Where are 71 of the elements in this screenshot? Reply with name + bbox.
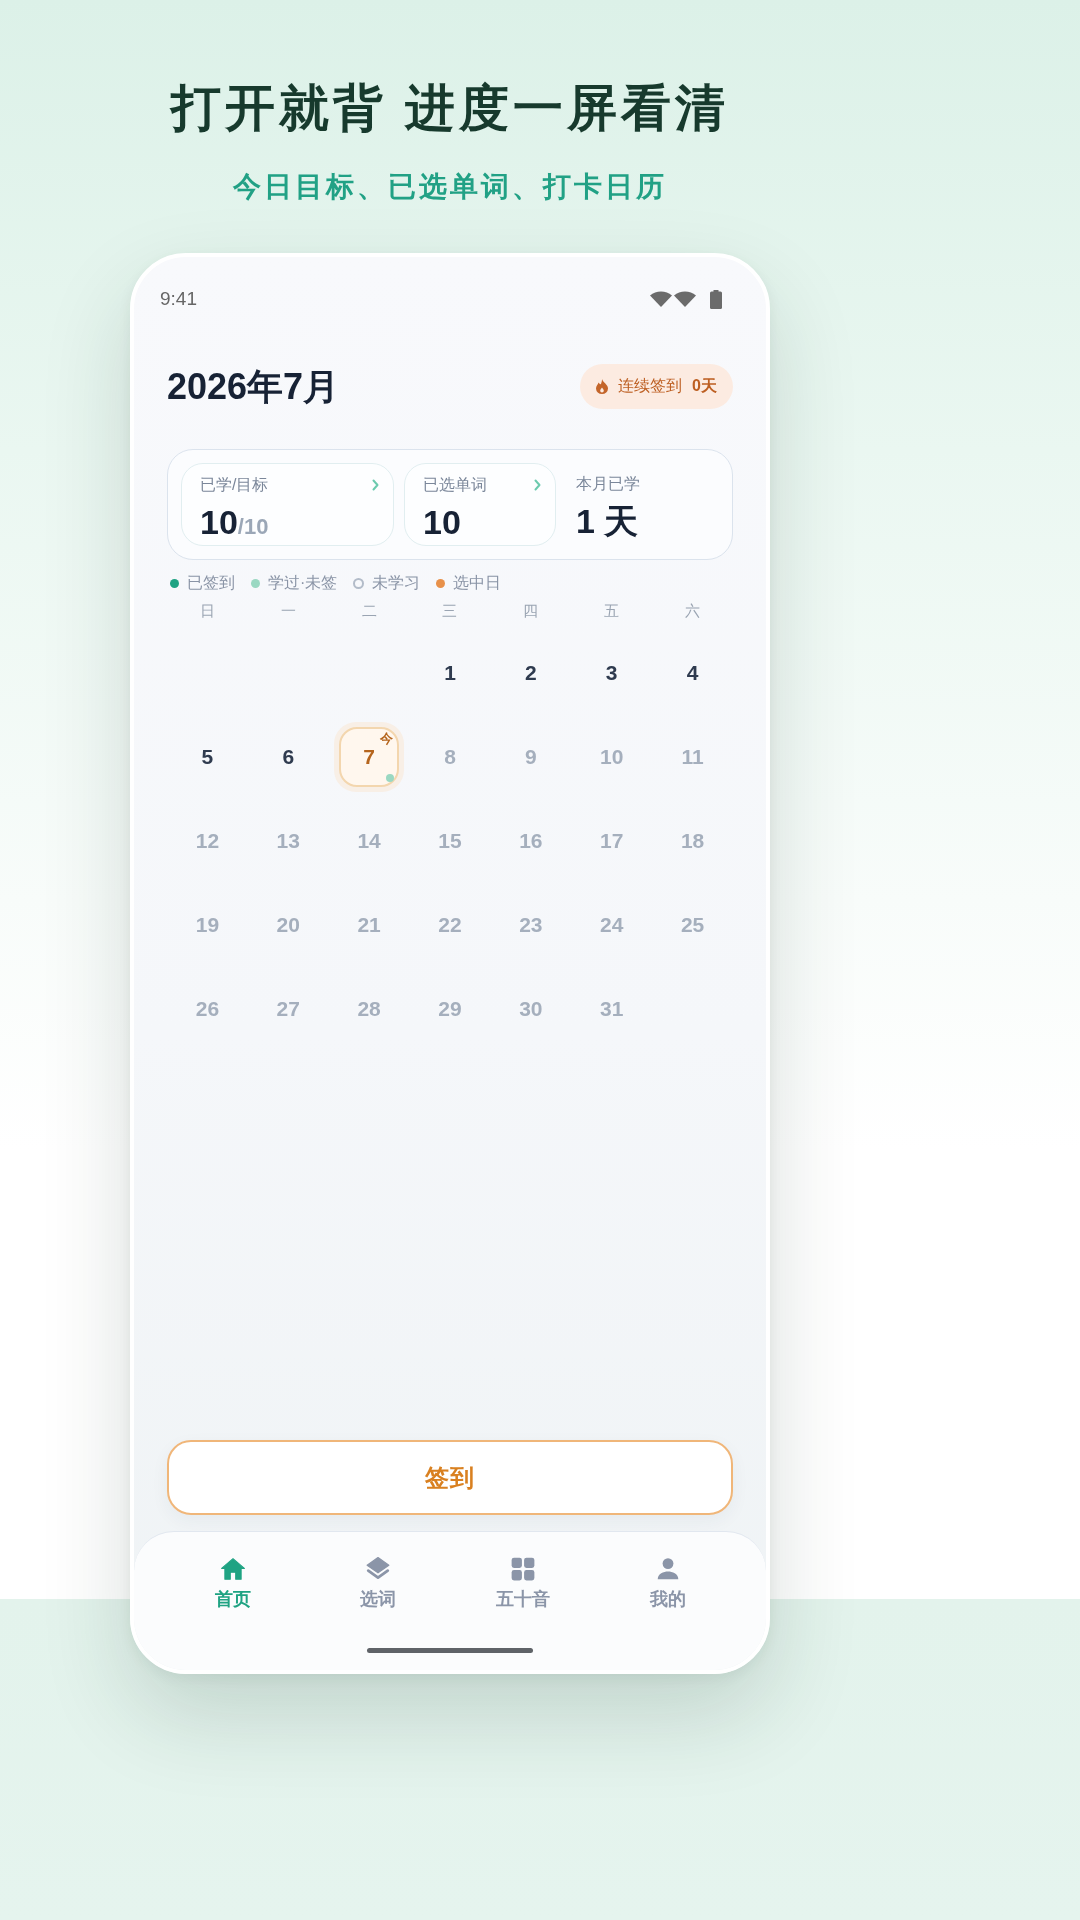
calendar-day[interactable]: 2: [495, 638, 566, 708]
calendar-day[interactable]: 27: [253, 974, 324, 1044]
home-icon: [219, 1556, 246, 1582]
calendar-day[interactable]: 28: [334, 974, 405, 1044]
chevron-icon: [372, 479, 379, 491]
calendar-day[interactable]: 31: [576, 974, 647, 1044]
weekday-label: 五: [604, 601, 620, 621]
calendar-day[interactable]: 19: [172, 890, 243, 960]
calendar-day[interactable]: 29: [415, 974, 485, 1044]
weekday-label: 四: [523, 601, 539, 621]
calendar-day[interactable]: 30: [495, 974, 566, 1044]
calendar-day[interactable]: 6: [253, 722, 324, 792]
stat-card[interactable]: 已学/目标 10/10: [181, 463, 394, 546]
calendar-day[interactable]: 22: [415, 890, 485, 960]
grid-icon: [509, 1556, 536, 1582]
stat-value: 10: [423, 503, 461, 541]
calendar-day[interactable]: 23: [495, 890, 566, 960]
weekday-label: 日: [199, 601, 215, 621]
stat-label: 已选单词: [423, 475, 487, 495]
legend-label: 已签到: [187, 573, 235, 593]
nav-tab[interactable]: 首页: [214, 1556, 251, 1610]
legend-label: 学过·未签: [268, 573, 338, 593]
headline: 打开就背 进度一屏看清: [171, 79, 729, 138]
calendar-day[interactable]: 8: [415, 722, 485, 792]
flame-icon: [596, 379, 609, 394]
stat-card[interactable]: 已选单词 10: [404, 463, 556, 546]
calendar-day[interactable]: 18: [657, 806, 728, 876]
calendar-day[interactable]: 10: [576, 722, 647, 792]
legend-label: 选中日: [453, 573, 502, 593]
nav-tab[interactable]: 五十音: [495, 1556, 550, 1610]
stat-label: 本月已学: [576, 474, 640, 494]
subheadline: 今日目标、已选单词、打卡日历: [233, 170, 667, 204]
nav-tab[interactable]: 选词: [359, 1556, 396, 1610]
calendar-day[interactable]: 26: [172, 974, 243, 1044]
legend-label: 未学习: [372, 573, 421, 593]
calendar-day[interactable]: 20: [253, 890, 324, 960]
calendar-day[interactable]: 9: [495, 722, 566, 792]
wifi-icon: [674, 291, 696, 307]
nav-tab[interactable]: 我的: [649, 1556, 686, 1610]
stat-value: 1 天: [576, 502, 639, 540]
calendar-day[interactable]: 4: [657, 638, 728, 708]
calendar-day[interactable]: 15: [415, 806, 485, 876]
calendar-day[interactable]: 16: [495, 806, 566, 876]
status-time: 9:41: [160, 287, 197, 311]
calendar-day[interactable]: 17: [576, 806, 647, 876]
calendar-day[interactable]: 24: [576, 890, 647, 960]
chevron-icon: [534, 479, 541, 491]
today-label: 今: [380, 731, 394, 746]
calendar-day[interactable]: 11: [657, 722, 728, 792]
calendar-day[interactable]: 14: [334, 806, 405, 876]
stat-label: 已学/目标: [200, 475, 269, 495]
weekday-label: 三: [442, 601, 458, 621]
calendar-day[interactable]: 25: [657, 890, 728, 960]
calendar-day[interactable]: 3: [576, 638, 647, 708]
calendar-day[interactable]: 12: [172, 806, 243, 876]
calendar-day[interactable]: 21: [334, 890, 405, 960]
streak-label: 连续签到: [618, 376, 683, 396]
layers-icon: [364, 1556, 391, 1582]
wifi-icon: [650, 291, 672, 307]
weekday-label: 二: [361, 601, 377, 621]
streak-value: 0天: [692, 376, 717, 396]
weekday-label: 六: [685, 601, 701, 621]
calendar-day[interactable]: 5: [172, 722, 243, 792]
calendar-day[interactable]: 7 今: [334, 722, 405, 792]
month-title: 2026年7月: [167, 364, 340, 409]
checkin-button[interactable]: 签到: [167, 1440, 733, 1515]
calendar-day[interactable]: 1: [415, 638, 485, 708]
battery-icon: [710, 289, 722, 309]
stat-value: 10/10: [200, 503, 269, 543]
calendar-day[interactable]: 13: [253, 806, 324, 876]
weekday-label: 一: [280, 601, 296, 621]
